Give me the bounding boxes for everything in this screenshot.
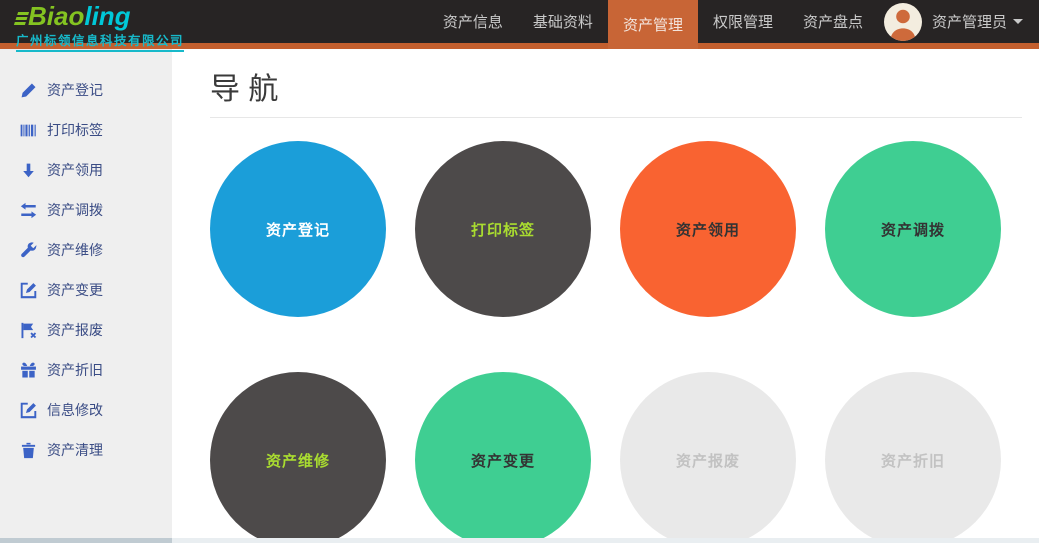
circle-asset-receive[interactable]: 资产领用: [620, 141, 796, 317]
nav-tab-permission-management[interactable]: 权限管理: [698, 0, 788, 43]
arrow-down-icon: [20, 162, 37, 179]
circle-print-label[interactable]: 打印标签: [415, 141, 591, 317]
sidebar-item-label: 资产折旧: [47, 360, 103, 380]
barcode-icon: [20, 122, 37, 139]
brand-text-cyan: ling: [84, 1, 130, 31]
person-icon: [884, 3, 922, 41]
top-header: Biaoling 广州标领信息科技有限公司 资产信息 基础资料 资产管理 权限管…: [0, 0, 1039, 49]
sidebar: 资产登记 打印标签 资产领用: [0, 49, 172, 543]
sidebar-item-asset-scrap[interactable]: 资产报废: [0, 310, 172, 350]
sidebar-item-label: 资产报废: [47, 320, 103, 340]
circle-asset-scrap[interactable]: 资产报废: [620, 372, 796, 543]
sidebar-item-label: 资产调拨: [47, 200, 103, 220]
sidebar-item-asset-receive[interactable]: 资产领用: [0, 150, 172, 190]
pencil-icon: [20, 82, 37, 99]
nav-tab-basic-data[interactable]: 基础资料: [518, 0, 608, 43]
nav-tab-asset-inventory[interactable]: 资产盘点: [788, 0, 878, 43]
sidebar-item-asset-cleanup[interactable]: 资产清理: [0, 430, 172, 470]
sidebar-item-label: 资产变更: [47, 280, 103, 300]
sidebar-item-asset-repair[interactable]: 资产维修: [0, 230, 172, 270]
company-name: 广州标领信息科技有限公司: [16, 30, 184, 52]
edit-square-icon: [20, 402, 37, 419]
nav-tab-asset-info[interactable]: 资产信息: [428, 0, 518, 43]
sidebar-item-asset-transfer[interactable]: 资产调拨: [0, 190, 172, 230]
user-menu[interactable]: 资产管理员: [878, 0, 1039, 43]
transfer-arrows-icon: [20, 202, 37, 219]
sidebar-item-label: 资产领用: [47, 160, 103, 180]
circle-row-2: 资产维修 资产变更 资产报废 资产折旧: [210, 372, 1022, 543]
brand-wordmark: Biaoling: [16, 3, 184, 29]
gift-icon: [20, 362, 37, 379]
title-divider: [210, 117, 1022, 118]
sidebar-item-info-modify[interactable]: 信息修改: [0, 390, 172, 430]
circle-asset-change[interactable]: 资产变更: [415, 372, 591, 543]
horizontal-scrollbar-thumb[interactable]: [0, 538, 172, 543]
main-content: 导 航 资产登记 打印标签 资产领用 资产调拨 资产维修 资产变更 资产报废 资…: [172, 49, 1039, 543]
sidebar-item-asset-change[interactable]: 资产变更: [0, 270, 172, 310]
sidebar-item-label: 打印标签: [47, 120, 103, 140]
sidebar-item-label: 资产清理: [47, 440, 103, 460]
wrench-icon: [20, 242, 37, 259]
sidebar-item-label: 资产维修: [47, 240, 103, 260]
sidebar-item-asset-register[interactable]: 资产登记: [0, 70, 172, 110]
caret-down-icon: [1013, 19, 1023, 24]
edit-square-icon: [20, 282, 37, 299]
circle-asset-transfer[interactable]: 资产调拨: [825, 141, 1001, 317]
brand-logo[interactable]: Biaoling 广州标领信息科技有限公司: [0, 0, 184, 49]
nav-tab-asset-management[interactable]: 资产管理: [608, 0, 698, 49]
trash-icon: [20, 442, 37, 459]
sidebar-item-label: 信息修改: [47, 400, 103, 420]
user-avatar[interactable]: [884, 3, 922, 41]
circle-asset-register[interactable]: 资产登记: [210, 141, 386, 317]
top-navigation: 资产信息 基础资料 资产管理 权限管理 资产盘点 资产管理员: [428, 0, 1039, 49]
user-name: 资产管理员: [932, 11, 1007, 32]
brand-text-green: Biao: [28, 1, 84, 31]
horizontal-scrollbar[interactable]: [0, 538, 1039, 543]
sidebar-item-asset-depreciation[interactable]: 资产折旧: [0, 350, 172, 390]
flag-x-icon: [20, 322, 37, 339]
circle-asset-depreciation[interactable]: 资产折旧: [825, 372, 1001, 543]
circle-asset-repair[interactable]: 资产维修: [210, 372, 386, 543]
page-layout: 资产登记 打印标签 资产领用: [0, 49, 1039, 543]
page-title: 导 航: [210, 72, 1022, 108]
sidebar-item-label: 资产登记: [47, 80, 103, 100]
circle-row-1: 资产登记 打印标签 资产领用 资产调拨: [210, 141, 1022, 317]
sidebar-item-print-label[interactable]: 打印标签: [0, 110, 172, 150]
